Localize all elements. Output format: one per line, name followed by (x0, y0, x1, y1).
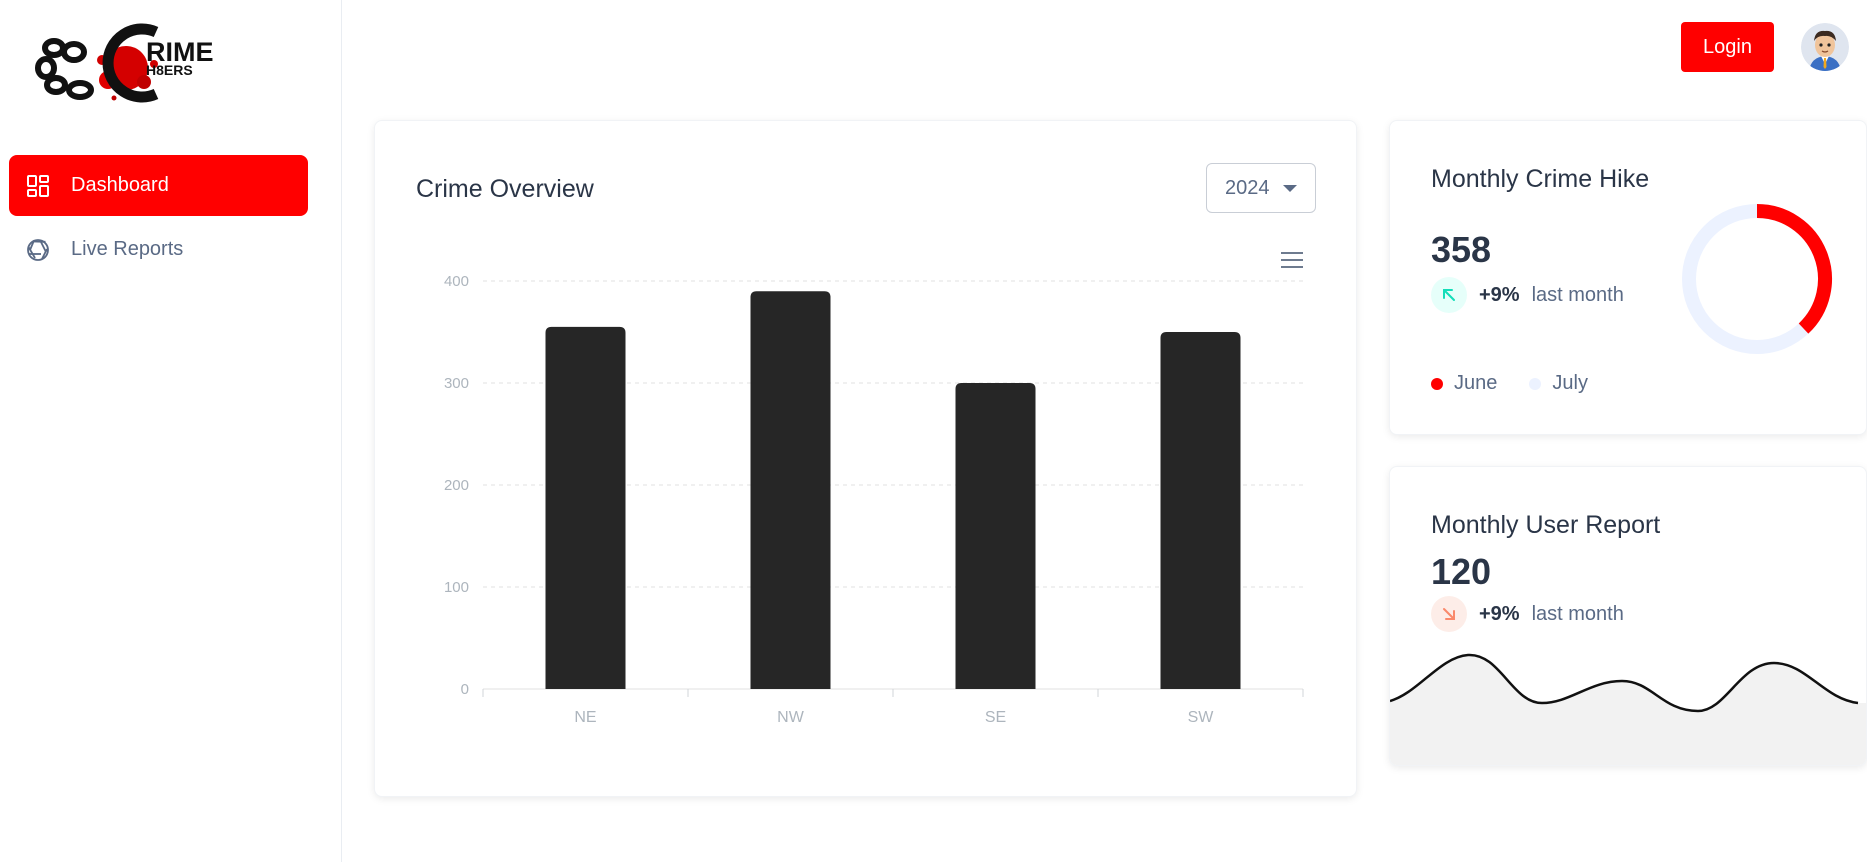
login-button[interactable]: Login (1681, 22, 1774, 72)
avatar[interactable] (1801, 23, 1849, 71)
monthly-user-report-card: Monthly User Report 120 +9% last month (1389, 466, 1867, 766)
aperture-icon (25, 237, 51, 263)
crime-overview-chart: 0 100 200 300 400 NE NW SE SW (444, 273, 1304, 726)
crime-hike-value: 358 (1431, 229, 1492, 270)
sidebar-item-label: Dashboard (71, 174, 169, 196)
card-title: Monthly Crime Hike (1431, 165, 1650, 193)
y-tick-label: 200 (444, 477, 469, 494)
dashboard-icon (25, 173, 51, 199)
crime-hike-trend: +9% last month (1431, 277, 1624, 313)
crime-haters-logo[interactable]: RIME H8ERS (34, 18, 249, 108)
sidebar-item-label: Live Reports (71, 238, 184, 260)
trend-percent: +9% (1479, 602, 1520, 625)
bar-sw[interactable] (1160, 332, 1241, 689)
bar-nw[interactable] (750, 291, 831, 689)
user-report-sparkline (1390, 653, 1866, 765)
y-tick-label: 100 (444, 579, 469, 596)
x-tick-label: SE (985, 709, 1006, 726)
card-title: Monthly User Report (1431, 511, 1661, 539)
user-report-trend: +9% last month (1431, 596, 1624, 632)
bar-se[interactable] (955, 383, 1036, 689)
x-tick-label: SW (1188, 709, 1215, 726)
legend-dot-june (1431, 377, 1443, 390)
sidebar-item-dashboard[interactable]: Dashboard (9, 155, 308, 216)
x-tick-label: NW (777, 709, 805, 726)
crime-hike-donut-chart (1682, 204, 1832, 354)
trend-period: last month (1531, 602, 1624, 625)
bar-ne[interactable] (545, 326, 626, 689)
legend-label-june: June (1454, 372, 1498, 394)
donut-segment-june[interactable] (1756, 204, 1832, 334)
trend-period: last month (1531, 283, 1624, 306)
sidebar-item-live-reports[interactable]: Live Reports (9, 219, 308, 280)
x-tick-label: NE (574, 709, 596, 726)
y-tick-label: 0 (461, 681, 469, 698)
crime-overview-card: Crime Overview 2024 0 100 200 300 400 NE NW SE S… (374, 120, 1357, 797)
y-tick-label: 300 (444, 375, 469, 392)
legend-dot-july (1529, 377, 1542, 390)
y-tick-label: 400 (444, 273, 469, 290)
svg-text:H8ERS: H8ERS (146, 62, 193, 78)
user-report-value: 120 (1431, 551, 1492, 592)
donut-legend: June July (1431, 372, 1588, 395)
sidebar: RIME H8ERS Dashboard Live Reports (0, 0, 342, 862)
monthly-crime-hike-card: Monthly Crime Hike 358 +9% last month Ju… (1389, 120, 1867, 435)
arrow-up-left-icon (1431, 277, 1467, 313)
arrow-down-right-icon (1431, 596, 1467, 632)
legend-label-july: July (1552, 372, 1588, 394)
trend-percent: +9% (1479, 283, 1520, 306)
